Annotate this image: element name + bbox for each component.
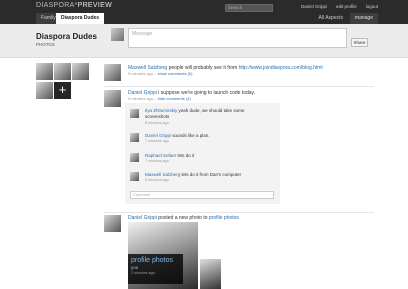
logo-main-text: DIASPORA* bbox=[36, 2, 78, 9]
logo-preview-text: PREVIEW bbox=[77, 2, 112, 9]
tab-all-aspects[interactable]: All Aspects bbox=[314, 13, 348, 24]
tab-manage[interactable]: manage bbox=[349, 13, 378, 24]
post-time: 5 minutes ago bbox=[128, 71, 154, 76]
comment-text: lets do it from Dan's computer bbox=[181, 172, 242, 177]
post-divider bbox=[104, 86, 374, 87]
comment-input[interactable]: Comment bbox=[130, 191, 274, 199]
my-avatar bbox=[111, 28, 124, 41]
post-url-link[interactable]: http://www.joindiaspora.com/blog.html bbox=[239, 65, 323, 71]
member-avatar[interactable] bbox=[54, 63, 71, 80]
user-link-edit-profile[interactable]: edit profile bbox=[336, 4, 357, 9]
comment-time: 8 minutes ago bbox=[145, 121, 169, 125]
post-meta: 5 minutes ago – hide comments (4) bbox=[128, 96, 191, 101]
comment-avatar[interactable] bbox=[130, 109, 139, 118]
member-avatar[interactable] bbox=[36, 82, 53, 99]
user-link-logout[interactable]: logout bbox=[366, 4, 378, 9]
post-time: 5 minutes ago bbox=[128, 96, 154, 101]
post-meta: 5 minutes ago – show comments (0) bbox=[128, 71, 193, 76]
post-avatar[interactable] bbox=[104, 90, 121, 107]
comment-avatar[interactable] bbox=[130, 153, 139, 162]
user-link-profile[interactable]: Daniel Grippi bbox=[301, 4, 327, 9]
comment-text: lets do it bbox=[177, 153, 195, 158]
post-text: posted a new photo to bbox=[158, 215, 208, 221]
album-card-time: 2 minutes ago bbox=[131, 271, 155, 275]
page-title: Diaspora Dudes bbox=[36, 32, 97, 41]
comment-author-link[interactable]: Ilya Zhitomirskiy bbox=[145, 108, 177, 113]
comment-author-link[interactable]: Daniel Grippi bbox=[145, 133, 171, 138]
photos-link[interactable]: PHOTOS bbox=[36, 42, 55, 47]
comment-author-link[interactable]: Raphael Sofaer bbox=[145, 153, 176, 158]
top-bar: DIASPORA*PREVIEW Search Daniel Grippi ed… bbox=[0, 0, 408, 24]
post-avatar[interactable] bbox=[104, 215, 121, 232]
comment-author-link[interactable]: Maxwell Salzberg bbox=[145, 172, 180, 177]
hide-comments-link[interactable]: hide comments (4) bbox=[158, 96, 191, 101]
show-comments-link[interactable]: show comments (0) bbox=[158, 71, 193, 76]
comment-body: Raphael Sofaer lets do it bbox=[145, 153, 194, 158]
comment-avatar[interactable] bbox=[130, 172, 139, 181]
comment-time: 5 minutes ago bbox=[145, 178, 169, 182]
post-author-link[interactable]: Daniel Grippi bbox=[128, 215, 157, 221]
album-card-title: profile photos bbox=[131, 257, 174, 264]
posted-photo-thumb[interactable] bbox=[200, 259, 221, 289]
member-avatar[interactable] bbox=[36, 63, 53, 80]
comment-time: 7 minutes ago bbox=[145, 159, 169, 163]
tab-diaspora-dudes[interactable]: Diaspora Dudes bbox=[56, 13, 105, 24]
search-input[interactable]: Search bbox=[225, 4, 273, 12]
album-link[interactable]: profile photos bbox=[209, 215, 239, 221]
post-body: Daniel Grippi posted a new photo to prof… bbox=[128, 215, 239, 221]
comment-body: Daniel Grippi sounds like a plan. bbox=[145, 133, 210, 138]
message-input[interactable]: Message bbox=[128, 28, 347, 48]
album-card-owner: you bbox=[131, 265, 139, 270]
diaspora-logo[interactable]: DIASPORA*PREVIEW bbox=[36, 2, 112, 9]
album-card[interactable]: profile photos you 2 minutes ago bbox=[128, 254, 183, 284]
comment-avatar[interactable] bbox=[130, 133, 139, 142]
comment-time: 7 minutes ago bbox=[145, 139, 169, 143]
comment-body: Maxwell Salzberg lets do it from Dan's c… bbox=[145, 172, 241, 177]
add-contact-button[interactable]: + bbox=[54, 82, 71, 99]
user-links: Daniel Grippi edit profile logout bbox=[301, 4, 378, 9]
comment-text: yeah dude, we should take some bbox=[178, 108, 245, 113]
share-button[interactable]: Share bbox=[351, 38, 368, 47]
comment-body: Ilya Zhitomirskiy yeah dude, we should t… bbox=[145, 108, 244, 113]
comment-text: sounds like a plan. bbox=[172, 133, 210, 138]
member-avatar[interactable] bbox=[72, 63, 89, 80]
post-divider bbox=[104, 212, 374, 213]
comment-text-continued: screenshots bbox=[145, 114, 170, 119]
post-avatar[interactable] bbox=[104, 64, 121, 81]
